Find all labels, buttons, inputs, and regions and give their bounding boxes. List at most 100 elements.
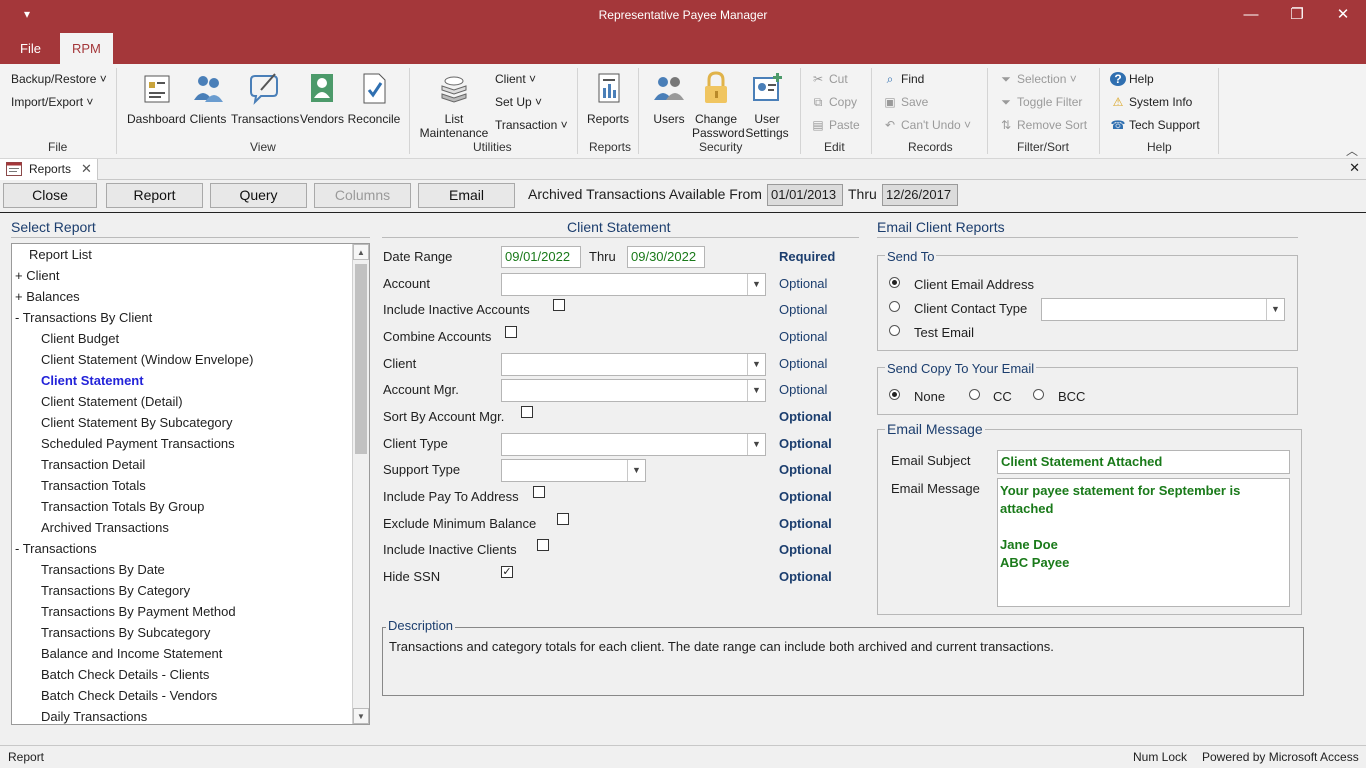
scissors-icon: ✂ — [812, 72, 824, 86]
contact-type-select[interactable]: ▼ — [1041, 298, 1285, 321]
collapse-ribbon-icon[interactable]: ︿ — [1346, 142, 1358, 159]
client-select[interactable]: ▼ — [501, 353, 766, 376]
import-export-menu[interactable]: Import/Export ˅ — [11, 95, 93, 109]
clients-button[interactable]: Clients — [188, 70, 228, 126]
report-list-item[interactable]: Scheduled Payment Transactions — [41, 436, 235, 451]
email-button[interactable]: Email — [418, 183, 515, 208]
date-thru-input[interactable]: 09/30/2022 — [627, 246, 705, 268]
report-list-item[interactable]: Client Budget — [41, 331, 119, 346]
scroll-thumb[interactable] — [355, 264, 367, 454]
report-list-item[interactable]: Client Statement (Window Envelope) — [41, 352, 253, 367]
dashboard-button[interactable]: Dashboard — [127, 70, 186, 126]
paste-button[interactable]: ▤ Paste — [810, 118, 859, 132]
report-list-item[interactable]: Batch Check Details - Clients — [41, 667, 209, 682]
report-list-item[interactable]: Transactions By Date — [41, 562, 165, 577]
sort-by-account-mgr-checkbox[interactable] — [521, 406, 533, 418]
client-type-select[interactable]: ▼ — [501, 433, 766, 456]
reports-button[interactable]: Reports — [584, 70, 632, 126]
find-button[interactable]: ⌕ Find — [882, 72, 925, 87]
report-list-item[interactable]: Client Statement (Detail) — [41, 394, 183, 409]
document-tab-bar: Reports ✕ ✕ — [0, 159, 1366, 180]
columns-button[interactable]: Columns — [314, 183, 411, 208]
hide-ssn-checkbox[interactable]: ✓ — [501, 566, 513, 578]
close-window-button[interactable]: ✕ — [1320, 4, 1366, 30]
selection-filter-button[interactable]: ⏷ Selection ˅ — [998, 72, 1077, 87]
form-icon — [6, 162, 22, 176]
report-list-item[interactable]: Balance and Income Statement — [41, 646, 222, 661]
report-list-group[interactable]: - Transactions By Client — [15, 310, 152, 325]
scroll-up-icon[interactable]: ▲ — [353, 244, 369, 260]
minimize-button[interactable]: — — [1228, 4, 1274, 30]
report-list-scrollbar[interactable]: ▲ ▼ — [352, 244, 369, 724]
list-maintenance-button[interactable]: List Maintenance — [418, 70, 490, 140]
copy-bcc-radio[interactable] — [1033, 389, 1044, 400]
report-list-group[interactable]: + Client — [15, 268, 59, 283]
send-to-contact-type-radio[interactable] — [889, 301, 900, 312]
system-info-button[interactable]: ⚠ System Info — [1110, 95, 1193, 109]
report-list-item[interactable]: Transactions By Category — [41, 583, 190, 598]
group-label-security: Security — [699, 140, 743, 154]
query-button[interactable]: Query — [210, 183, 307, 208]
report-button[interactable]: Report — [106, 183, 203, 208]
client-setup-menu[interactable]: Client ˅ — [495, 72, 536, 86]
restore-button[interactable]: ❐ — [1274, 4, 1320, 30]
tech-support-button[interactable]: ☎ Tech Support — [1110, 118, 1200, 132]
save-button[interactable]: ▣ Save — [882, 95, 928, 109]
report-list-group[interactable]: + Balances — [15, 289, 80, 304]
vendors-button[interactable]: Vendors — [300, 70, 344, 126]
close-tab-icon[interactable]: ✕ — [81, 159, 92, 179]
report-list[interactable]: Report List + Client + Balances - Transacti… — [11, 243, 370, 725]
users-button[interactable]: Users — [648, 70, 690, 126]
support-type-select[interactable]: ▼ — [501, 459, 646, 482]
report-list-item[interactable]: Transactions By Payment Method — [41, 604, 236, 619]
chevron-down-icon: ▼ — [747, 354, 765, 375]
transactions-button[interactable]: Transactions — [231, 70, 299, 126]
copy-button[interactable]: ⧉ Copy — [810, 95, 857, 110]
account-select[interactable]: ▼ — [501, 273, 766, 296]
include-inactive-clients-checkbox[interactable] — [537, 539, 549, 551]
close-button[interactable]: Close — [3, 183, 97, 208]
send-to-client-email-radio[interactable] — [889, 277, 900, 288]
include-pay-to-address-checkbox[interactable] — [533, 486, 545, 498]
combine-accounts-checkbox[interactable] — [505, 326, 517, 338]
document-tab-reports[interactable]: Reports ✕ — [0, 159, 98, 180]
report-list-item[interactable]: Archived Transactions — [41, 520, 169, 535]
account-mgr-select[interactable]: ▼ — [501, 379, 766, 402]
send-to-test-email-radio[interactable] — [889, 325, 900, 336]
email-subject-input[interactable]: Client Statement Attached — [997, 450, 1290, 474]
copy-none-radio[interactable] — [889, 389, 900, 400]
report-list-item[interactable]: Transaction Totals — [41, 478, 146, 493]
transaction-setup-menu[interactable]: Transaction ˅ — [495, 118, 568, 132]
exclude-minimum-balance-checkbox[interactable] — [557, 513, 569, 525]
cut-button[interactable]: ✂ Cut — [810, 72, 848, 86]
reconcile-button[interactable]: Reconcile — [347, 70, 401, 126]
report-list-group[interactable]: - Transactions — [15, 541, 97, 556]
group-label-utilities: Utilities — [473, 140, 512, 154]
toggle-filter-button[interactable]: ⏷ Toggle Filter — [998, 95, 1082, 110]
email-message-textarea[interactable]: Your payee statement for September is at… — [997, 478, 1290, 607]
tab-file[interactable]: File — [8, 33, 53, 64]
archived-thru-date: 12/26/2017 — [882, 184, 958, 206]
report-list-item[interactable]: Client Statement — [41, 373, 144, 388]
change-password-button[interactable]: Change Password — [692, 70, 745, 140]
close-pane-icon[interactable]: ✕ — [1349, 160, 1360, 176]
undo-button[interactable]: ↶ Can't Undo ˅ — [882, 118, 971, 132]
scroll-down-icon[interactable]: ▼ — [353, 708, 369, 724]
user-settings-button[interactable]: User Settings — [744, 70, 790, 140]
remove-sort-button[interactable]: ⇅ Remove Sort — [998, 118, 1087, 132]
setup-menu[interactable]: Set Up ˅ — [495, 95, 542, 109]
report-list-item[interactable]: Batch Check Details - Vendors — [41, 688, 217, 703]
copy-cc-radio[interactable] — [969, 389, 980, 400]
group-label-file: File — [48, 140, 68, 154]
report-list-item[interactable]: Daily Transactions — [41, 709, 147, 724]
report-list-item[interactable]: Transaction Detail — [41, 457, 145, 472]
help-button[interactable]: ? Help — [1110, 72, 1154, 86]
report-list-item[interactable]: Client Statement By Subcategory — [41, 415, 233, 430]
include-inactive-accounts-checkbox[interactable] — [553, 299, 565, 311]
tab-rpm[interactable]: RPM — [60, 33, 113, 64]
report-list-group[interactable]: Report List — [29, 247, 92, 262]
report-list-item[interactable]: Transactions By Subcategory — [41, 625, 210, 640]
report-list-item[interactable]: Transaction Totals By Group — [41, 499, 204, 514]
date-from-input[interactable]: 09/01/2022 — [501, 246, 581, 268]
backup-restore-menu[interactable]: Backup/Restore ˅ — [11, 72, 107, 86]
